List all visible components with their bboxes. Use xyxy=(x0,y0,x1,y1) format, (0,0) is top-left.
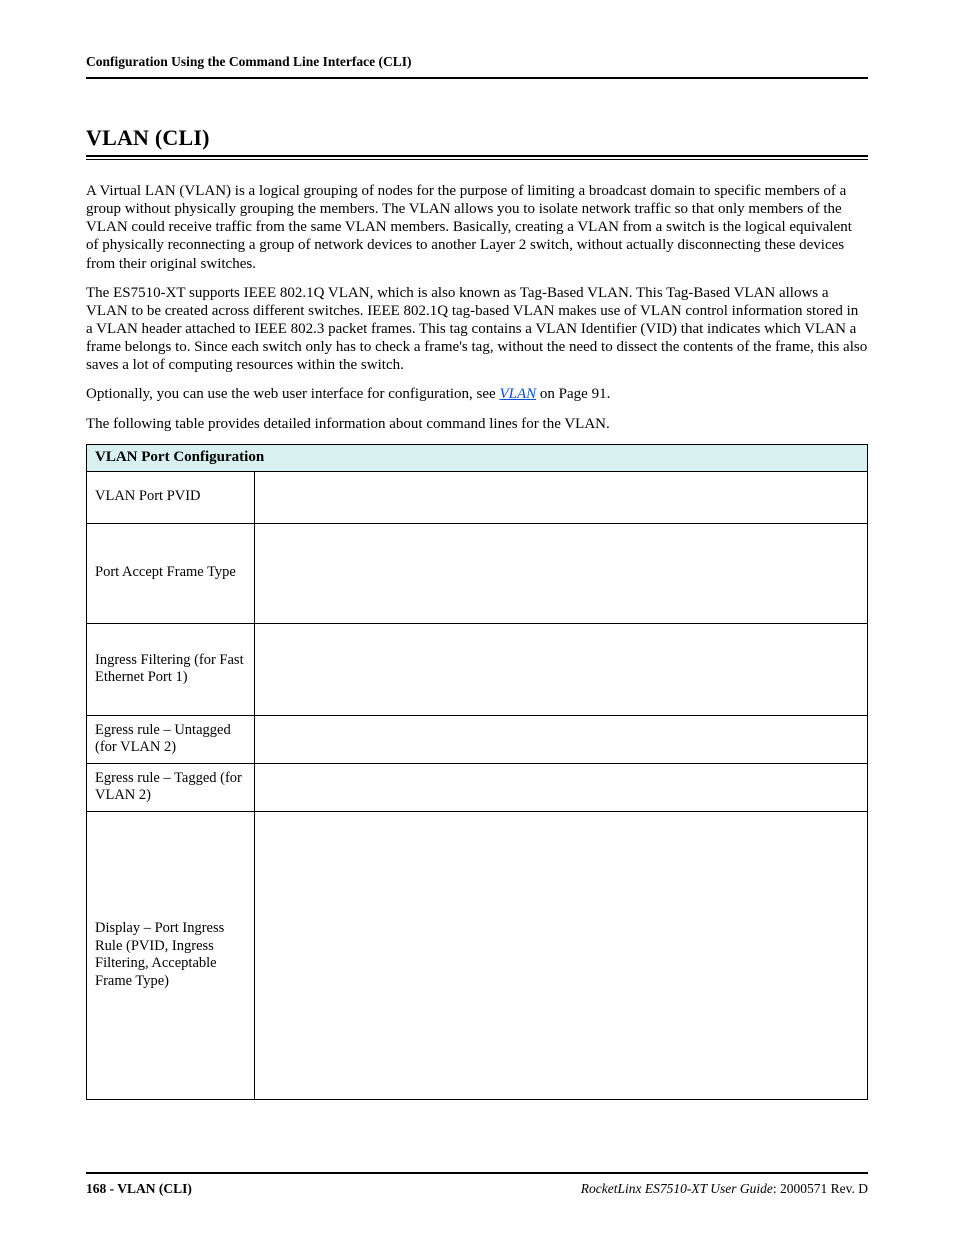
row-content xyxy=(255,523,868,623)
page: Configuration Using the Command Line Int… xyxy=(0,0,954,1235)
table-row: Ingress Filtering (for Fast Ethernet Por… xyxy=(87,623,868,715)
body-paragraph: The following table provides detailed in… xyxy=(86,415,868,433)
row-content xyxy=(255,623,868,715)
table-row: Egress rule – Untagged (for VLAN 2) xyxy=(87,715,868,763)
page-footer: 168 - VLAN (CLI) RocketLinx ES7510-XT Us… xyxy=(86,1172,868,1197)
row-content xyxy=(255,715,868,763)
row-label: Display – Port Ingress Rule (PVID, Ingre… xyxy=(87,811,255,1099)
table-row: Egress rule – Tagged (for VLAN 2) xyxy=(87,763,868,811)
row-label: Egress rule – Untagged (for VLAN 2) xyxy=(87,715,255,763)
table-row: VLAN Port PVID xyxy=(87,471,868,523)
header-rule xyxy=(86,77,868,79)
body-paragraph: A Virtual LAN (VLAN) is a logical groupi… xyxy=(86,182,868,273)
row-label: Egress rule – Tagged (for VLAN 2) xyxy=(87,763,255,811)
row-content xyxy=(255,471,868,523)
table-row: Port Accept Frame Type xyxy=(87,523,868,623)
table-header: VLAN Port Configuration xyxy=(87,444,868,471)
running-header: Configuration Using the Command Line Int… xyxy=(86,54,868,70)
footer-guide-title: RocketLinx ES7510-XT User Guide xyxy=(581,1181,773,1196)
body-text: Optionally, you can use the web user int… xyxy=(86,386,499,402)
row-label: Port Accept Frame Type xyxy=(87,523,255,623)
footer-right: RocketLinx ES7510-XT User Guide: 2000571… xyxy=(581,1181,868,1197)
row-label: VLAN Port PVID xyxy=(87,471,255,523)
vlan-port-config-table: VLAN Port Configuration VLAN Port PVID P… xyxy=(86,444,868,1100)
row-content xyxy=(255,763,868,811)
footer-section: VLAN (CLI) xyxy=(117,1181,192,1196)
body-paragraph: Optionally, you can use the web user int… xyxy=(86,385,868,403)
table-row: Display – Port Ingress Rule (PVID, Ingre… xyxy=(87,811,868,1099)
footer-line: 168 - VLAN (CLI) RocketLinx ES7510-XT Us… xyxy=(86,1181,868,1197)
body-text: on Page 91. xyxy=(536,386,610,402)
row-label: Ingress Filtering (for Fast Ethernet Por… xyxy=(87,623,255,715)
row-content xyxy=(255,811,868,1099)
footer-rule xyxy=(86,1172,868,1174)
body-paragraph: The ES7510-XT supports IEEE 802.1Q VLAN,… xyxy=(86,284,868,375)
footer-page-number: 168 - xyxy=(86,1181,117,1196)
section-title: VLAN (CLI) xyxy=(86,125,868,151)
footer-revision: : 2000571 Rev. D xyxy=(773,1181,868,1196)
title-double-rule xyxy=(86,155,868,160)
vlan-link[interactable]: VLAN xyxy=(499,386,536,402)
footer-left: 168 - VLAN (CLI) xyxy=(86,1181,192,1197)
